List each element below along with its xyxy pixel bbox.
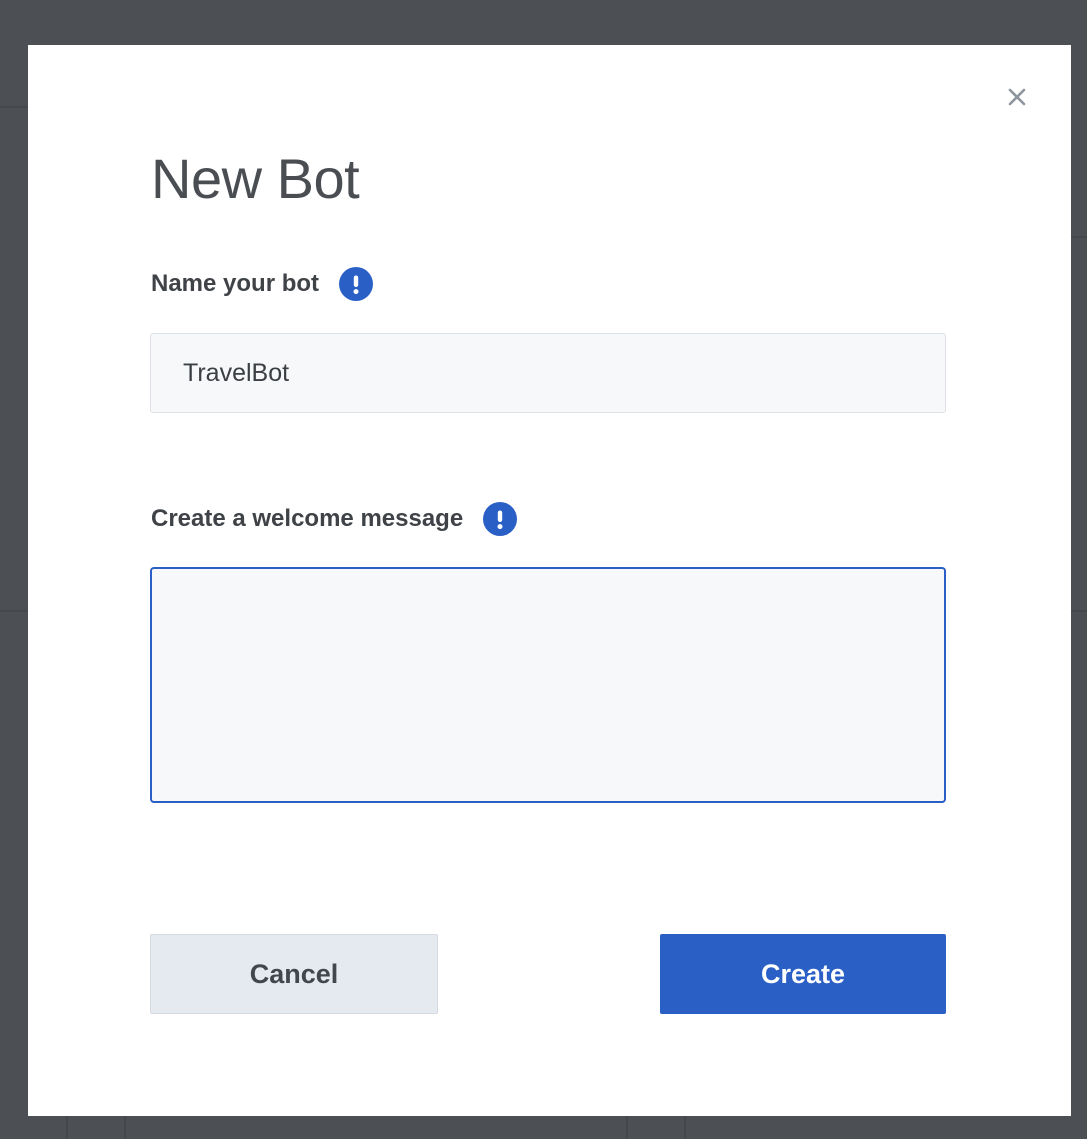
cancel-button[interactable]: Cancel	[150, 934, 438, 1014]
background-divider	[1071, 610, 1087, 612]
background-divider	[684, 1116, 686, 1139]
exclamation-glyph	[353, 275, 359, 295]
background-divider	[66, 1116, 68, 1139]
background-divider	[124, 1116, 126, 1139]
create-button[interactable]: Create	[660, 934, 946, 1014]
info-exclamation-icon[interactable]	[339, 267, 374, 301]
welcome-message-textarea[interactable]	[150, 567, 946, 803]
dialog-title: New Bot	[151, 147, 360, 210]
background-divider	[626, 1116, 628, 1139]
bot-name-input[interactable]	[150, 333, 946, 413]
name-field-label-row: Name your bot	[151, 267, 374, 301]
background-divider	[0, 610, 28, 612]
background-divider	[0, 106, 28, 108]
name-field-label: Name your bot	[151, 270, 320, 297]
welcome-field-label-row: Create a welcome message	[151, 502, 518, 536]
background-divider	[1071, 236, 1087, 238]
welcome-message-label: Create a welcome message	[151, 505, 464, 532]
new-bot-dialog: New Bot Name your bot Create a welcome m…	[28, 45, 1071, 1116]
close-icon	[1008, 88, 1026, 106]
close-button[interactable]	[998, 81, 1036, 113]
exclamation-glyph	[497, 510, 503, 530]
info-exclamation-icon[interactable]	[483, 502, 518, 536]
